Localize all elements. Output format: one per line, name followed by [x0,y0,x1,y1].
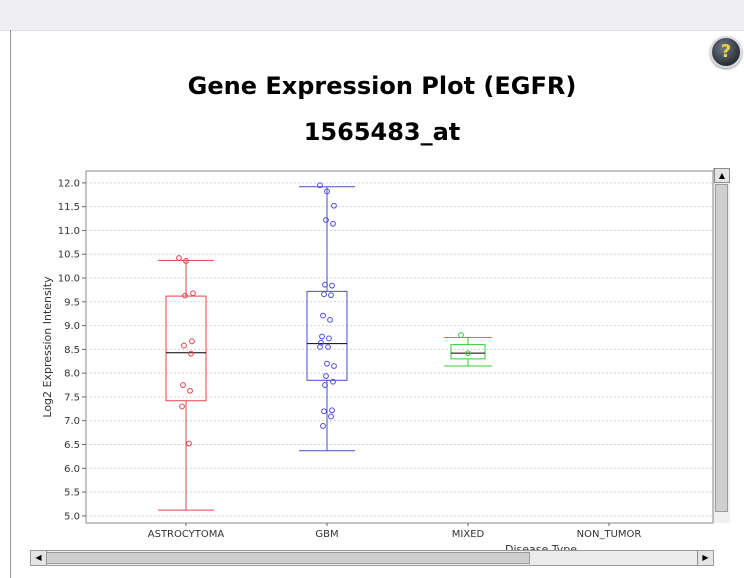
x-tick-label: ASTROCYTOMA [148,529,225,540]
y-tick-label: 12.0 [58,178,80,189]
horizontal-scrollbar[interactable]: ◀ ▶ [30,550,714,566]
plot-area [85,170,714,524]
x-tick-label: MIXED [452,529,485,540]
horizontal-scroll-thumb[interactable] [46,552,530,564]
box-plot: 5.0 5.5 6.0 6.5 7.0 7.5 8.0 8.5 9.0 9.5 10.0 10.5 11… [41,170,714,556]
y-tick-label: 7.5 [64,392,80,403]
y-tick-label: 9.0 [64,321,80,332]
y-tick-label: 6.0 [64,464,80,475]
y-tick-label: 11.5 [58,202,80,213]
x-tick-label: GBM [315,529,338,540]
y-axis-label: Log2 Expression Intensity [41,276,54,418]
scroll-up-button[interactable]: ▲ [714,168,730,183]
y-tick-label: 7.0 [64,416,80,427]
y-tick-label: 10.5 [58,250,80,261]
y-tick-label: 5.0 [64,511,80,522]
y-tick-label: 10.0 [58,274,80,285]
y-tick-label: 6.5 [64,440,80,451]
scroll-right-button[interactable]: ▶ [697,551,713,565]
scroll-left-button[interactable]: ◀ [31,551,47,565]
y-tick-label: 5.5 [64,488,80,499]
y-tick-label: 9.5 [64,297,80,308]
y-tick-label: 11.0 [58,226,80,237]
y-tick-label: 8.5 [64,345,80,356]
vertical-scroll-thumb[interactable] [715,184,728,512]
vertical-scrollbar[interactable]: ▲ [713,168,730,523]
x-tick-label: NON_TUMOR [577,529,642,540]
y-tick-label: 8.0 [64,369,80,380]
